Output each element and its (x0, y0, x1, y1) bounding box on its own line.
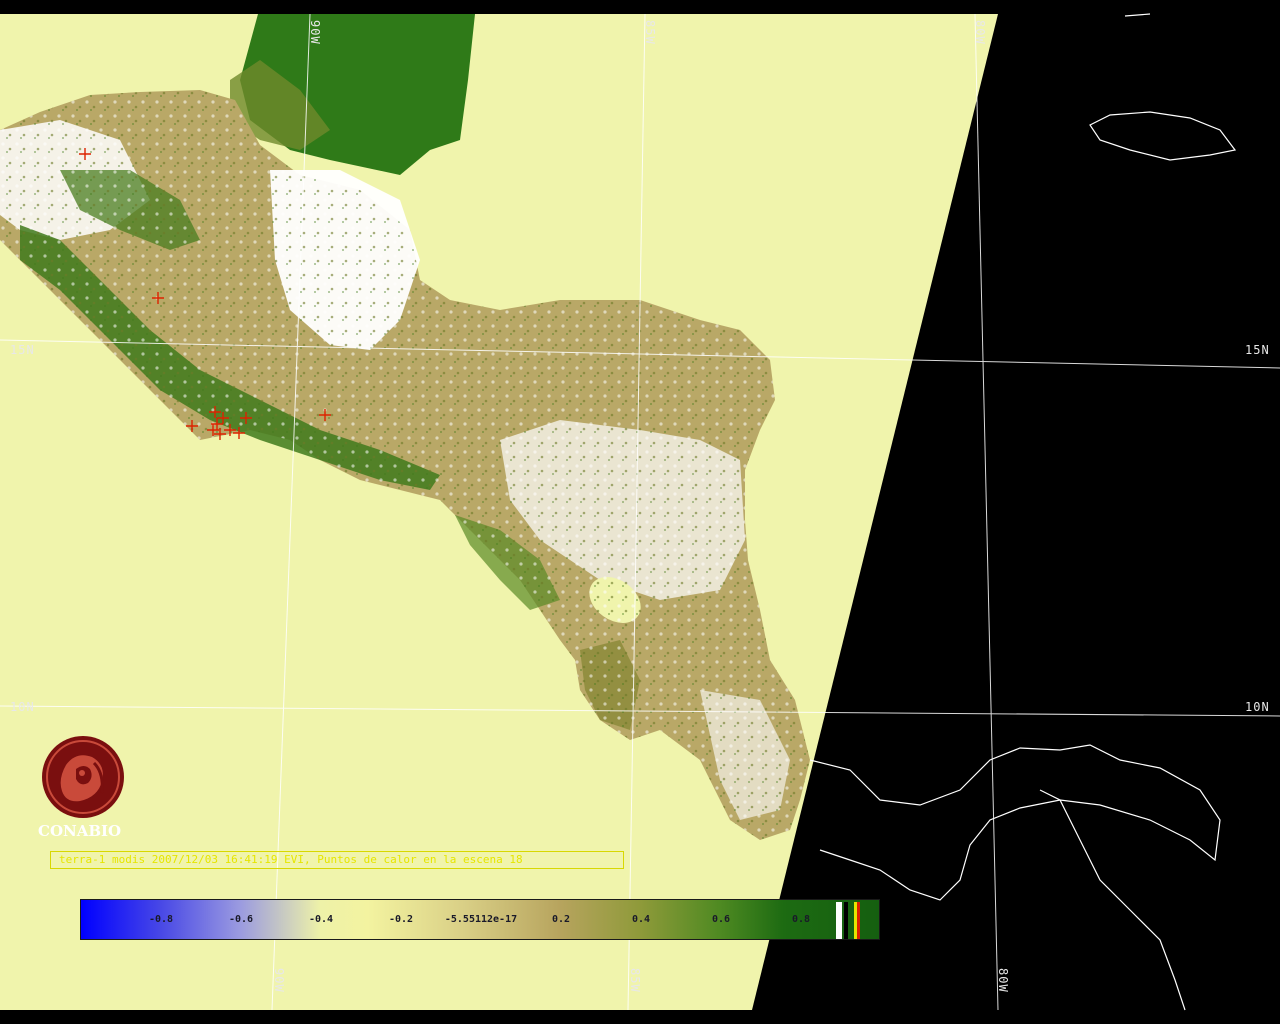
conabio-wordmark: CONABIO (38, 822, 122, 840)
lat-label-left-10n: 10N (10, 700, 35, 714)
colorbar-tick-label: 0.4 (631, 914, 651, 925)
satellite-evi-map (0, 0, 1280, 1024)
lon-label-top-90w: 90W (308, 20, 322, 45)
scene-caption: terra-1 modis 2007/12/03 16:41:19 EVI, P… (50, 851, 624, 869)
lat-label-right-15n: 15N (1245, 343, 1270, 357)
colorbar-tick-label: -0.2 (388, 914, 414, 925)
colorbar-white-stripe (836, 902, 842, 939)
colorbar-tick-label: -5.55112e-17 (444, 914, 518, 925)
lon-label-bottom-80w: 80W (996, 968, 1010, 993)
lat-label-left-15n: 15N (10, 343, 35, 357)
colorbar-tick-label: 0.2 (551, 914, 571, 925)
colorbar-tick-label: -0.8 (148, 914, 174, 925)
lon-label-bottom-85w: 85W (628, 968, 642, 993)
colorbar-tick-label: -0.6 (228, 914, 254, 925)
colorbar-red-stripe (857, 902, 860, 939)
lat-label-right-10n: 10N (1245, 700, 1270, 714)
colorbar-black-stripe (844, 902, 848, 939)
lon-label-top-85w: 85W (643, 20, 657, 45)
colorbar-tick-label: -0.4 (308, 914, 334, 925)
evi-colorbar: -0.8 -0.6 -0.4 -0.2 -5.55112e-17 0.2 0.4 0.6 0.8 (80, 899, 880, 940)
lon-label-bottom-90w: 90W (272, 968, 286, 993)
lon-label-top-80w: 80W (973, 20, 987, 45)
colorbar-tick-label: 0.6 (711, 914, 731, 925)
colorbar-tick-label: 0.8 (791, 914, 811, 925)
